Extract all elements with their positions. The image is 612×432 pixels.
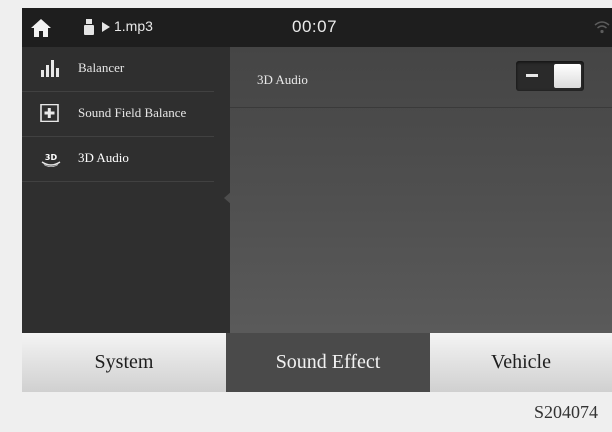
settings-panel: 3D Audio xyxy=(230,47,612,333)
figure-code: S204074 xyxy=(534,402,599,422)
tab-system[interactable]: System xyxy=(22,333,226,392)
minus-icon xyxy=(526,74,538,77)
track-name: 1.mp3 xyxy=(114,18,153,34)
sidebar-item-3d-audio[interactable]: 3D 3D Audio xyxy=(22,137,214,182)
sound-field-icon xyxy=(40,104,59,122)
toggle-knob xyxy=(554,64,581,88)
usb-icon xyxy=(84,19,94,35)
tab-vehicle[interactable]: Vehicle xyxy=(430,333,612,392)
sound-settings-sidebar: Balancer Sound Field Balance 3D 3D Audio xyxy=(22,47,232,333)
sidebar-item-label: 3D Audio xyxy=(78,150,129,165)
sidebar-item-label: Sound Field Balance xyxy=(78,105,187,120)
3d-audio-icon: 3D xyxy=(41,153,61,167)
clock: 00:07 xyxy=(292,17,338,36)
wifi-icon xyxy=(594,21,610,34)
tab-sound-effect[interactable]: Sound Effect xyxy=(226,333,430,392)
3d-audio-icon-text: 3D xyxy=(45,153,58,162)
3d-audio-toggle[interactable] xyxy=(516,61,584,91)
home-icon[interactable] xyxy=(30,18,52,38)
setting-row-3d-audio: 3D Audio xyxy=(230,47,612,108)
sidebar-item-balancer[interactable]: Balancer xyxy=(22,47,214,92)
sidebar-item-label: Balancer xyxy=(78,60,125,75)
bottom-tab-bar: System Sound Effect Vehicle xyxy=(22,333,612,392)
setting-label: 3D Audio xyxy=(257,72,308,87)
sidebar-item-sound-field-balance[interactable]: Sound Field Balance xyxy=(22,92,214,137)
play-icon xyxy=(102,22,110,32)
status-bar: 1.mp3 00:07 xyxy=(22,8,612,47)
head-unit-screen: 1.mp3 00:07 Balancer Sound Field Balance… xyxy=(22,8,612,392)
equalizer-bars-icon xyxy=(41,60,59,77)
